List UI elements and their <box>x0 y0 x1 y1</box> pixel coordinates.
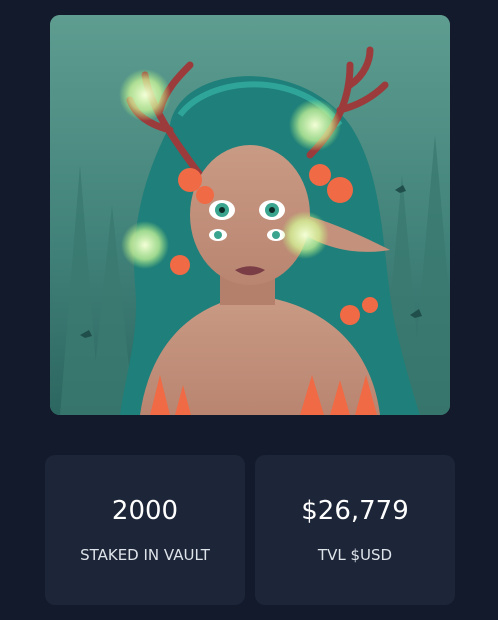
staked-count-value: 2000 <box>111 496 179 526</box>
tvl-value: $26,779 <box>301 496 409 526</box>
tvl-usd-card: $26,779 TVL $USD <box>255 455 455 605</box>
nft-artwork-illustration <box>50 15 450 415</box>
staked-count-label: STAKED IN VAULT <box>80 546 210 564</box>
staked-in-vault-card: 2000 STAKED IN VAULT <box>45 455 245 605</box>
nft-artwork-image <box>50 15 450 415</box>
tvl-label: TVL $USD <box>317 546 393 564</box>
staking-page: 2000 STAKED IN VAULT $26,779 TVL $USD <box>0 0 498 620</box>
